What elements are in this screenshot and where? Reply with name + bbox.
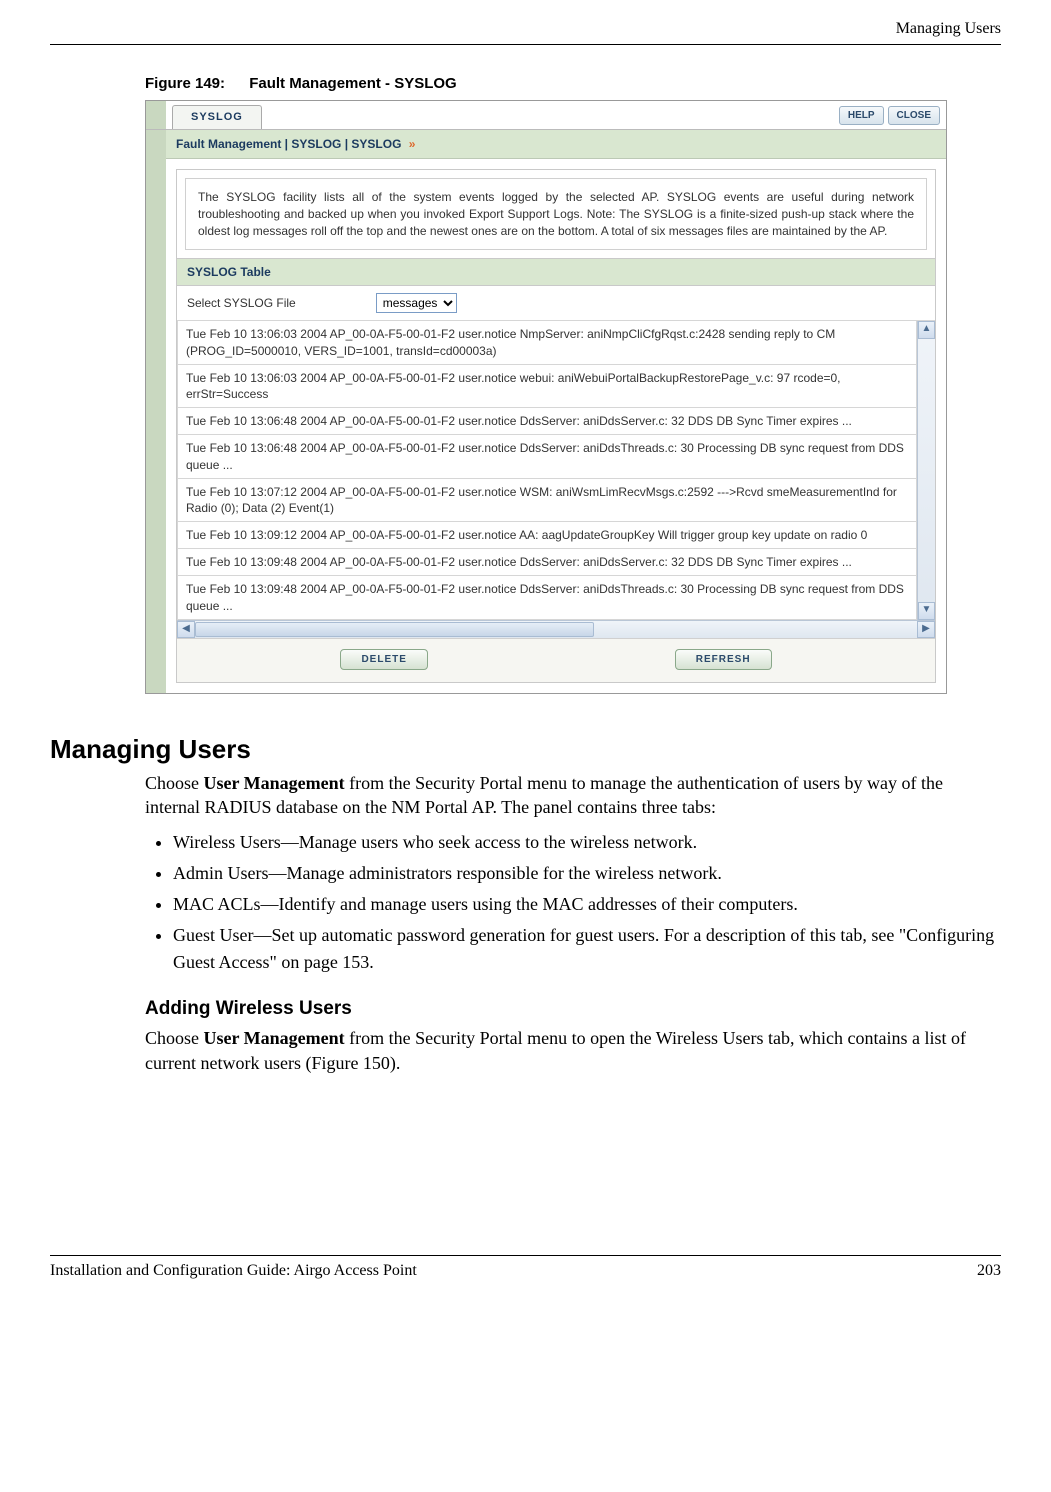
page-footer: Installation and Configuration Guide: Ai… [50,1255,1001,1280]
log-entry: Tue Feb 10 13:09:12 2004 AP_00-0A-F5-00-… [177,522,917,549]
log-entry: Tue Feb 10 13:09:48 2004 AP_00-0A-F5-00-… [177,576,917,619]
log-entry: Tue Feb 10 13:06:48 2004 AP_00-0A-F5-00-… [177,408,917,435]
scroll-right-icon[interactable]: ▶ [917,621,935,638]
breadcrumb-text: Fault Management | SYSLOG | SYSLOG [176,137,401,151]
body-paragraph: Choose User Management from the Security… [145,771,1001,820]
refresh-button[interactable]: REFRESH [675,649,772,670]
footer-left: Installation and Configuration Guide: Ai… [50,1262,417,1280]
side-strip [146,101,166,129]
figure-caption: Figure 149: Fault Management - SYSLOG [145,75,1001,92]
bullet-list: Wireless Users—Manage users who seek acc… [145,829,1001,976]
list-item: Admin Users—Manage administrators respon… [173,860,1001,887]
syslog-file-select[interactable]: messages [376,293,457,313]
vertical-scrollbar[interactable]: ▲ ▼ [917,321,935,619]
tab-syslog[interactable]: SYSLOG [172,105,262,129]
bold-text: User Management [204,1028,345,1048]
list-item: Guest User—Set up automatic password gen… [173,922,1001,976]
breadcrumb: Fault Management | SYSLOG | SYSLOG » [166,130,946,159]
help-button[interactable]: HELP [839,106,884,125]
log-entry: Tue Feb 10 13:06:03 2004 AP_00-0A-F5-00-… [177,365,917,408]
subsection-heading: Adding Wireless Users [145,998,1001,1020]
footer-page-number: 203 [977,1262,1001,1280]
text: Choose [145,773,204,793]
body-paragraph: Choose User Management from the Security… [145,1026,1001,1075]
log-entry: Tue Feb 10 13:06:03 2004 AP_00-0A-F5-00-… [177,321,917,364]
scroll-up-icon[interactable]: ▲ [918,321,935,339]
close-button[interactable]: CLOSE [888,106,940,125]
figure-number: Figure 149: [145,75,225,92]
bold-text: User Management [204,773,345,793]
horizontal-scrollbar[interactable]: ◀ ▶ [177,620,935,638]
side-strip [146,130,166,693]
text: Choose [145,1028,204,1048]
syslog-description: The SYSLOG facility lists all of the sys… [185,178,927,250]
syslog-table-header: SYSLOG Table [177,258,935,286]
breadcrumb-arrow-icon: » [409,137,416,151]
log-entry: Tue Feb 10 13:09:48 2004 AP_00-0A-F5-00-… [177,549,917,576]
scroll-left-icon[interactable]: ◀ [177,621,195,638]
list-item: MAC ACLs—Identify and manage users using… [173,891,1001,918]
figure-title: Fault Management - SYSLOG [249,75,457,92]
log-entry: Tue Feb 10 13:07:12 2004 AP_00-0A-F5-00-… [177,479,917,522]
select-label: Select SYSLOG File [187,296,296,310]
scroll-track[interactable] [195,621,917,638]
delete-button[interactable]: DELETE [340,649,427,670]
log-scroll-region: Tue Feb 10 13:06:03 2004 AP_00-0A-F5-00-… [177,321,935,619]
section-heading: Managing Users [50,734,1001,765]
list-item: Wireless Users—Manage users who seek acc… [173,829,1001,856]
running-header: Managing Users [50,20,1001,45]
scroll-down-icon[interactable]: ▼ [918,602,935,620]
scroll-thumb[interactable] [195,622,594,637]
syslog-screenshot: SYSLOG HELP CLOSE Fault Management | SYS… [145,100,947,694]
log-entry: Tue Feb 10 13:06:48 2004 AP_00-0A-F5-00-… [177,435,917,478]
